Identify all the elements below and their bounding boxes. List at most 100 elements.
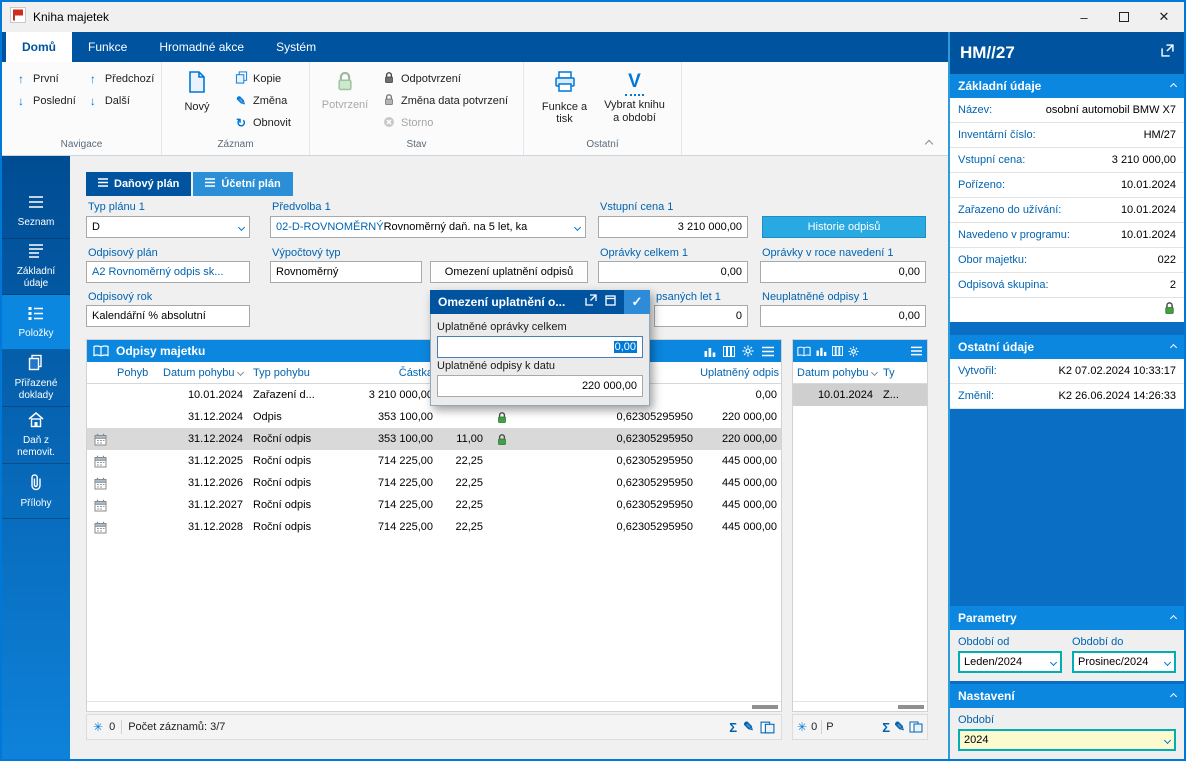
tab-danovy-plan[interactable]: Daňový plán bbox=[86, 172, 192, 196]
minimize-button[interactable]: – bbox=[1064, 2, 1104, 32]
change-confirm-date-button[interactable]: Změna data potvrzení bbox=[378, 90, 512, 112]
vypoctovy-typ-field[interactable]: Rovnoměrný bbox=[270, 261, 422, 283]
section-header-ostatni-udaje[interactable]: Ostatní údaje bbox=[950, 335, 1184, 359]
ribbon-group-navigace: ↑ První ↑ Předchozí ↓ Poslední ↓ Další Navig… bbox=[2, 62, 162, 155]
obdobi-combo[interactable]: 2024 bbox=[958, 729, 1176, 751]
odpisy-table-row[interactable]: 31.12.2028 Roční odpis 714 225,00 22,25 0,62… bbox=[87, 516, 781, 538]
maximize-button[interactable] bbox=[1104, 2, 1144, 32]
menu-icon[interactable] bbox=[910, 346, 923, 356]
previous-record-button[interactable]: ↑ Předchozí bbox=[82, 68, 159, 90]
odpisovy-rok-field[interactable]: Kalendářní % absolutní bbox=[86, 305, 250, 327]
opravky-celkem-field[interactable]: 0,00 bbox=[598, 261, 748, 283]
dropdown-icon[interactable] bbox=[573, 223, 582, 231]
omezeni-uplatneni-dialog: Omezení uplatnění o... ✓ Uplatněné opráv… bbox=[430, 290, 650, 406]
odpisy-table-row[interactable]: 31.12.2024 Odpis 353 100,00 0,62305295950 22… bbox=[87, 406, 781, 428]
uplatnene-odpisy-field[interactable]: 220 000,00 bbox=[437, 375, 643, 397]
dropdown-icon[interactable] bbox=[1163, 736, 1172, 744]
section-header-zakladni-udaje[interactable]: Základní údaje bbox=[950, 74, 1184, 98]
edit-icon[interactable]: ✎ bbox=[894, 719, 905, 735]
scrollbar-thumb[interactable] bbox=[898, 704, 924, 709]
dropdown-icon[interactable] bbox=[1049, 658, 1058, 666]
sum-icon[interactable]: Σ bbox=[729, 720, 737, 735]
odpisy-table-row[interactable]: 31.12.2025 Roční odpis 714 225,00 22,25 0,62… bbox=[87, 450, 781, 472]
tab-hromadne-akce[interactable]: Hromadné akce bbox=[143, 32, 260, 62]
predvolba-field[interactable]: 02-D-ROVNOMĚRNÝ Rovnoměrný daň. na 5 let… bbox=[270, 216, 586, 238]
horizontal-scrollbar[interactable] bbox=[793, 701, 927, 711]
omezeni-uplatneni-button[interactable]: Omezení uplatnění odpisů bbox=[430, 261, 588, 283]
storno-button[interactable]: Storno bbox=[378, 112, 512, 134]
filter-asterisk-icon[interactable]: ✳ bbox=[797, 720, 807, 734]
bar-chart-icon[interactable] bbox=[704, 346, 716, 357]
edit-icon[interactable]: ✎ bbox=[743, 719, 754, 735]
columns-icon[interactable] bbox=[723, 345, 735, 357]
section-header-parametry[interactable]: Parametry bbox=[950, 606, 1184, 630]
views-icon[interactable] bbox=[909, 721, 923, 733]
select-book-period-button[interactable]: V Vybrat knihu a období bbox=[602, 68, 668, 124]
typ-planu-field[interactable]: D bbox=[86, 216, 250, 238]
dropdown-icon[interactable] bbox=[1163, 658, 1172, 666]
views-icon[interactable] bbox=[760, 721, 775, 734]
change-button[interactable]: ✎ Změna bbox=[230, 90, 295, 112]
opravky-v-roce-field[interactable]: 0,00 bbox=[760, 261, 926, 283]
popout-icon[interactable] bbox=[585, 293, 597, 311]
odpisy-table-row[interactable]: 31.12.2024 Roční odpis 353 100,00 11,00 0,62… bbox=[87, 428, 781, 450]
pohyby-table-row[interactable]: 10.01.2024 Z... bbox=[793, 384, 927, 406]
sum-icon[interactable]: Σ bbox=[882, 720, 890, 735]
horizontal-scrollbar[interactable] bbox=[87, 701, 781, 711]
group-label-zaznam: Záznam bbox=[217, 139, 254, 150]
group-label-navigace: Navigace bbox=[60, 139, 103, 150]
odpisy-table-row[interactable]: 31.12.2027 Roční odpis 714 225,00 22,25 0,62… bbox=[87, 494, 781, 516]
pohyby-table-header[interactable]: Datum pohybu Ty bbox=[793, 362, 927, 384]
gear-icon[interactable] bbox=[848, 345, 859, 357]
copy-button[interactable]: Kopie bbox=[230, 68, 295, 90]
uplatnene-opravky-field[interactable]: 0,00 bbox=[437, 336, 643, 358]
unconfirm-button[interactable]: Odpotvrzení bbox=[378, 68, 512, 90]
new-record-button[interactable]: Nový bbox=[170, 68, 224, 113]
functions-print-button[interactable]: Funkce a tisk bbox=[538, 68, 592, 126]
close-button[interactable]: ✕ bbox=[1144, 2, 1184, 32]
collapse-ribbon-icon[interactable] bbox=[924, 139, 934, 149]
obdobi-od-combo[interactable]: Leden/2024 bbox=[958, 651, 1062, 673]
odpisovy-plan-field[interactable]: A2 Rovnoměrný odpis sk... bbox=[86, 261, 250, 283]
vstupni-cena-field[interactable]: 3 210 000,00 bbox=[598, 216, 748, 238]
arrow-down-icon: ↓ bbox=[89, 94, 96, 108]
filter-asterisk-icon[interactable]: ✳ bbox=[93, 720, 103, 734]
refresh-button[interactable]: ↻ Obnovit bbox=[230, 112, 295, 134]
next-record-button[interactable]: ↓ Další bbox=[82, 90, 159, 112]
first-record-button[interactable]: ↑ První bbox=[10, 68, 80, 90]
popout-icon[interactable] bbox=[1161, 44, 1174, 62]
sidebar-item-zakladni-udaje[interactable]: Základní údaje bbox=[2, 239, 70, 295]
odpisy-table-row[interactable]: 31.12.2026 Roční odpis 714 225,00 22,25 0,62… bbox=[87, 472, 781, 494]
confirm-check-button[interactable]: ✓ bbox=[624, 290, 650, 314]
sidebar-item-polozky[interactable]: Položky bbox=[2, 295, 70, 350]
dock-icon[interactable] bbox=[605, 293, 616, 311]
confirm-button[interactable]: Potvrzení bbox=[318, 68, 372, 111]
columns-icon[interactable] bbox=[832, 346, 843, 356]
neuplatnene-odpisy-field[interactable]: 0,00 bbox=[760, 305, 926, 327]
dialog-titlebar[interactable]: Omezení uplatnění o... ✓ bbox=[430, 290, 650, 314]
maximize-icon bbox=[1119, 12, 1129, 22]
app-icon bbox=[10, 6, 26, 28]
tab-funkce[interactable]: Funkce bbox=[72, 32, 143, 62]
odepsanych-let-field[interactable]: 0 bbox=[654, 305, 748, 327]
obdobi-do-combo[interactable]: Prosinec/2024 bbox=[1072, 651, 1176, 673]
field-value: 3 210 000,00 bbox=[1111, 154, 1176, 166]
sidebar-item-prirazene-doklady[interactable]: Přiřazené doklady bbox=[2, 350, 70, 407]
last-record-button[interactable]: ↓ Poslední bbox=[10, 90, 80, 112]
field-value: 022 bbox=[1157, 254, 1176, 266]
tab-system[interactable]: Systém bbox=[260, 32, 332, 62]
sidebar-item-seznam[interactable]: Seznam bbox=[2, 184, 70, 239]
sidebar-item-dan-z-nemovitosti[interactable]: Daň z nemovit. bbox=[2, 407, 70, 464]
section-header-nastaveni[interactable]: Nastavení bbox=[950, 684, 1184, 708]
historie-odpisu-button[interactable]: Historie odpisů bbox=[762, 216, 926, 238]
bar-chart-icon[interactable] bbox=[816, 346, 827, 356]
plan-tabs: Daňový plán Účetní plán bbox=[86, 172, 293, 196]
gear-icon[interactable] bbox=[742, 345, 754, 357]
scrollbar-thumb[interactable] bbox=[752, 704, 778, 709]
detail-icon bbox=[27, 243, 45, 263]
dropdown-icon[interactable] bbox=[237, 223, 246, 231]
tab-domu[interactable]: Domů bbox=[6, 32, 72, 62]
menu-icon[interactable] bbox=[761, 346, 775, 357]
tab-ucetni-plan[interactable]: Účetní plán bbox=[193, 172, 293, 196]
sidebar-item-prilohy[interactable]: Přílohy bbox=[2, 464, 70, 519]
